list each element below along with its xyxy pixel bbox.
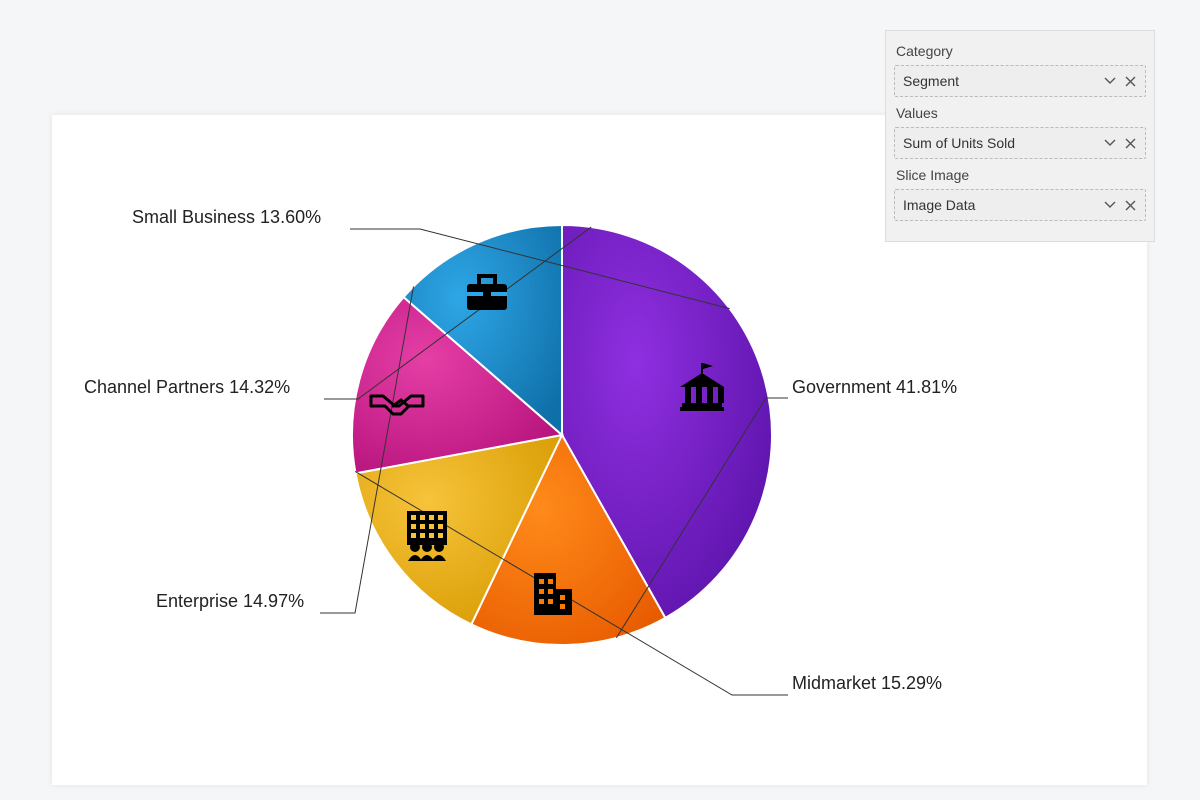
well-value: Sum of Units Sold — [903, 135, 1015, 151]
chevron-down-icon[interactable] — [1103, 136, 1117, 150]
slice-label-government: Government 41.81% — [792, 377, 957, 397]
close-icon[interactable] — [1123, 136, 1137, 150]
well-category[interactable]: Segment — [894, 65, 1146, 97]
close-icon[interactable] — [1123, 74, 1137, 88]
field-wells-panel: Category Segment Values Sum of Units Sol… — [885, 30, 1155, 242]
close-icon[interactable] — [1123, 198, 1137, 212]
well-label-category: Category — [896, 43, 1144, 59]
chevron-down-icon[interactable] — [1103, 198, 1117, 212]
slice-label-midmarket: Midmarket 15.29% — [792, 673, 942, 693]
chevron-down-icon[interactable] — [1103, 74, 1117, 88]
well-slice-image[interactable]: Image Data — [894, 189, 1146, 221]
well-value: Segment — [903, 73, 959, 89]
well-values[interactable]: Sum of Units Sold — [894, 127, 1146, 159]
well-label-values: Values — [896, 105, 1144, 121]
well-label-slice-image: Slice Image — [896, 167, 1144, 183]
slice-label-enterprise: Enterprise 14.97% — [156, 591, 304, 611]
well-value: Image Data — [903, 197, 975, 213]
slice-label-channel-partners: Channel Partners 14.32% — [84, 377, 290, 397]
slice-label-small-business: Small Business 13.60% — [132, 207, 321, 227]
